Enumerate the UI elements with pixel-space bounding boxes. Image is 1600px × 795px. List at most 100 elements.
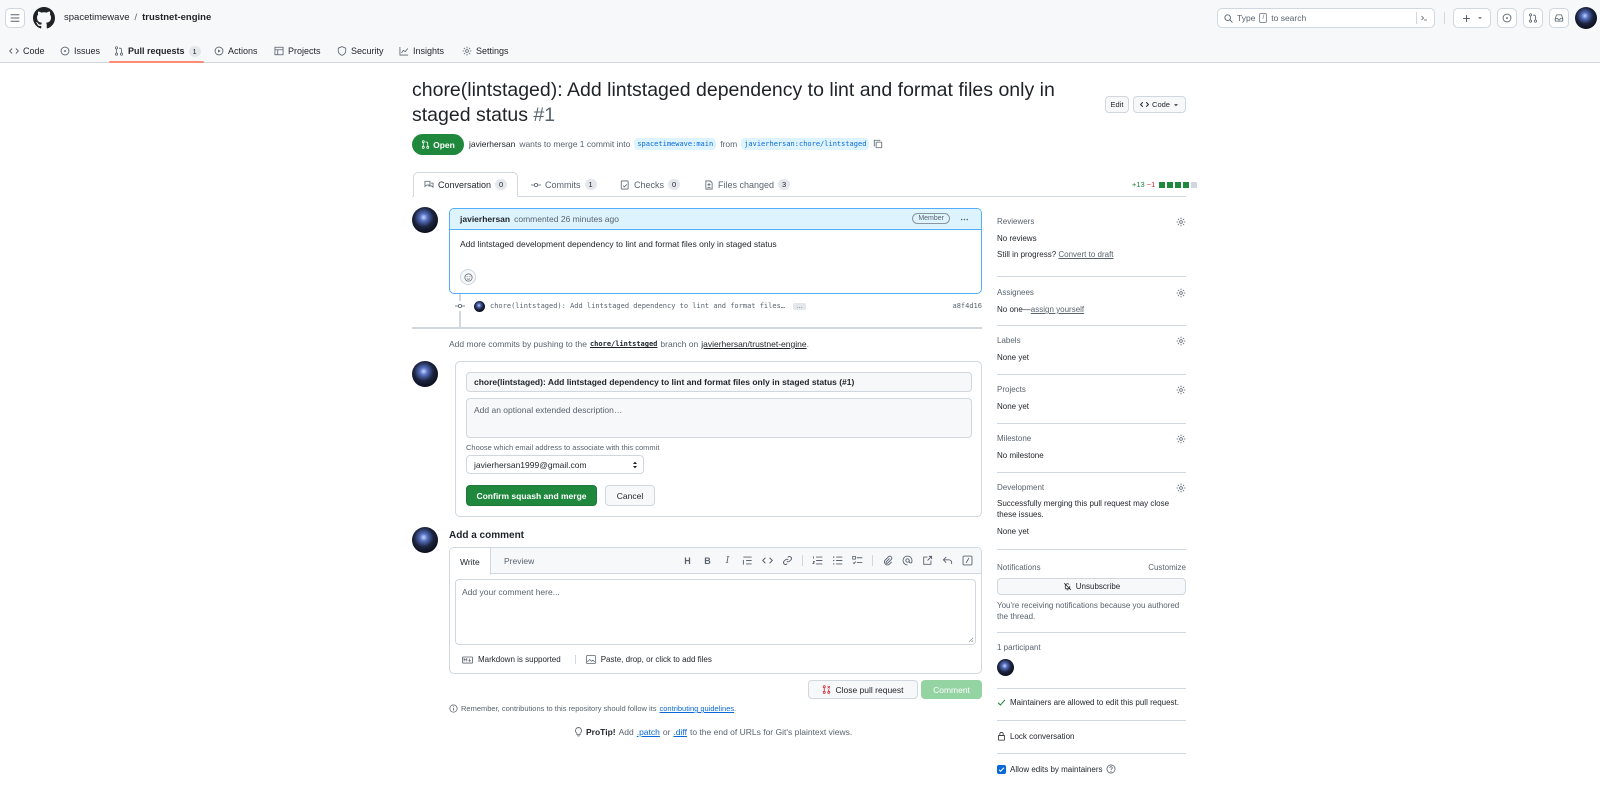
customize-link[interactable]: Customize bbox=[1148, 563, 1186, 572]
reply-icon[interactable] bbox=[942, 555, 953, 566]
search-input[interactable]: Type / to search bbox=[1217, 8, 1435, 28]
cross-reference-icon[interactable] bbox=[922, 555, 933, 566]
commit-description-textarea[interactable]: Add an optional extended description… bbox=[466, 398, 972, 438]
code-icon[interactable] bbox=[762, 555, 773, 566]
patch-link[interactable]: .patch bbox=[637, 727, 660, 737]
markdown-help-link[interactable]: Markdown is supported bbox=[462, 655, 561, 664]
command-palette-button[interactable] bbox=[1416, 12, 1430, 24]
user-avatar[interactable] bbox=[1575, 7, 1597, 29]
heading-icon[interactable]: H bbox=[682, 555, 693, 566]
base-branch[interactable]: spacetimewave:main bbox=[634, 138, 717, 150]
nav-code[interactable]: Code bbox=[9, 40, 45, 62]
bold-icon[interactable]: B bbox=[702, 555, 713, 566]
gear-icon[interactable] bbox=[1176, 336, 1186, 346]
projects-title[interactable]: Projects bbox=[997, 385, 1186, 394]
participant-avatar[interactable] bbox=[997, 659, 1014, 676]
unsubscribe-button[interactable]: Unsubscribe bbox=[997, 578, 1186, 595]
nav-actions[interactable]: Actions bbox=[214, 40, 258, 62]
pr-merge-text: wants to merge 1 commit into bbox=[519, 139, 631, 149]
comment-author-avatar[interactable] bbox=[412, 207, 438, 233]
add-reaction-button[interactable] bbox=[460, 269, 476, 285]
head-branch[interactable]: javierhersan:chore/lintstaged bbox=[741, 138, 870, 150]
assignees-title[interactable]: Assignees bbox=[997, 288, 1186, 297]
gear-icon[interactable] bbox=[1176, 288, 1186, 298]
edit-title-button[interactable]: Edit bbox=[1105, 96, 1129, 113]
tasklist-icon[interactable] bbox=[852, 555, 863, 566]
development-title[interactable]: Development bbox=[997, 483, 1186, 492]
unordered-list-icon[interactable] bbox=[832, 555, 843, 566]
commit-expand-button[interactable]: … bbox=[793, 302, 807, 310]
slash-command-icon[interactable] bbox=[962, 555, 973, 566]
comment-discussion-icon bbox=[424, 180, 434, 188]
repo-owner-link[interactable]: spacetimewave bbox=[64, 12, 129, 23]
comment-submit-button[interactable]: Comment bbox=[921, 680, 982, 699]
comment-textarea[interactable]: Add your comment here... bbox=[455, 579, 976, 645]
diff-link[interactable]: .diff bbox=[673, 727, 687, 737]
projects-section: Projects None yet bbox=[997, 385, 1186, 424]
cancel-merge-button[interactable]: Cancel bbox=[605, 485, 655, 506]
mention-icon[interactable] bbox=[902, 555, 913, 566]
global-header: spacetimewave / trustnet-engine Type / t… bbox=[0, 0, 1600, 63]
kebab-icon[interactable] bbox=[959, 215, 970, 224]
milestone-title[interactable]: Milestone bbox=[997, 434, 1186, 443]
assign-yourself-link[interactable]: assign yourself bbox=[1031, 305, 1084, 314]
gear-icon[interactable] bbox=[1176, 434, 1186, 444]
milestone-section: Milestone No milestone bbox=[997, 434, 1186, 473]
resize-handle-icon[interactable] bbox=[968, 637, 974, 643]
nav-security[interactable]: Security bbox=[337, 40, 384, 62]
convert-to-draft-link[interactable]: Convert to draft bbox=[1058, 250, 1113, 259]
inbox-button[interactable] bbox=[1549, 8, 1569, 28]
close-pull-request-button[interactable]: Close pull request bbox=[808, 680, 918, 699]
comment-author-link[interactable]: javierhersan bbox=[460, 214, 510, 224]
contributing-guidelines-link[interactable]: contributing guidelines bbox=[660, 704, 735, 713]
assignees-section: Assignees No one—assign yourself bbox=[997, 288, 1186, 326]
paperclip-icon[interactable] bbox=[882, 555, 893, 566]
current-user-avatar[interactable] bbox=[412, 527, 438, 553]
lock-conversation-button[interactable]: Lock conversation bbox=[997, 731, 1186, 741]
gear-icon[interactable] bbox=[1176, 217, 1186, 227]
github-logo[interactable] bbox=[33, 7, 55, 29]
push-note-branch[interactable]: chore/lintstaged bbox=[590, 340, 657, 348]
link-icon[interactable] bbox=[782, 555, 793, 566]
comment-timestamp[interactable]: commented 26 minutes ago bbox=[514, 214, 619, 224]
allow-edits-checkbox[interactable] bbox=[997, 764, 1006, 774]
graph-icon bbox=[399, 46, 409, 56]
attach-files-button[interactable]: Paste, drop, or click to add files bbox=[574, 655, 712, 664]
issues-button[interactable] bbox=[1497, 8, 1517, 28]
search-shortcut-key: / bbox=[1259, 13, 1268, 23]
push-note-repo-link[interactable]: javierhersan/trustnet-engine bbox=[701, 339, 806, 349]
repo-name-link[interactable]: trustnet-engine bbox=[142, 12, 211, 23]
reviewers-title[interactable]: Reviewers bbox=[997, 217, 1186, 226]
tab-commits[interactable]: Commits 1 bbox=[521, 172, 607, 197]
tab-write[interactable]: Write bbox=[450, 548, 491, 575]
gear-icon[interactable] bbox=[1176, 385, 1186, 395]
quote-icon[interactable] bbox=[742, 555, 753, 566]
tab-files-changed[interactable]: Files changed 3 bbox=[694, 172, 800, 197]
nav-issues[interactable]: Issues bbox=[60, 40, 100, 62]
nav-settings[interactable]: Settings bbox=[462, 40, 509, 62]
menu-button[interactable] bbox=[5, 8, 25, 28]
tab-preview[interactable]: Preview bbox=[494, 548, 544, 574]
italic-icon[interactable]: I bbox=[722, 555, 733, 566]
copy-icon[interactable] bbox=[873, 139, 883, 149]
email-select[interactable]: javierhersan1999@gmail.com bbox=[466, 455, 644, 474]
pr-author-link[interactable]: javierhersan bbox=[469, 139, 515, 149]
confirm-squash-merge-button[interactable]: Confirm squash and merge bbox=[466, 485, 597, 506]
commit-title-input[interactable]: chore(lintstaged): Add lintstaged depend… bbox=[466, 372, 972, 392]
nav-projects[interactable]: Projects bbox=[274, 40, 321, 62]
create-new-button[interactable] bbox=[1453, 8, 1491, 28]
ordered-list-icon[interactable] bbox=[812, 555, 823, 566]
commit-item: chore(lintstaged): Add lintstaged depend… bbox=[455, 299, 982, 313]
gear-icon[interactable] bbox=[1176, 483, 1186, 493]
tab-conversation[interactable]: Conversation 0 bbox=[413, 172, 519, 197]
commit-message-link[interactable]: chore(lintstaged): Add lintstaged depend… bbox=[490, 302, 785, 310]
tab-checks[interactable]: Checks 0 bbox=[610, 172, 690, 197]
question-icon[interactable] bbox=[1106, 764, 1116, 774]
commit-sha-link[interactable]: a8f4d16 bbox=[952, 302, 982, 310]
code-dropdown-button[interactable]: Code bbox=[1133, 96, 1186, 113]
labels-title[interactable]: Labels bbox=[997, 336, 1186, 345]
pull-requests-button[interactable] bbox=[1523, 8, 1543, 28]
nav-pull-requests[interactable]: Pull requests 1 bbox=[114, 40, 201, 62]
commit-author-avatar[interactable] bbox=[474, 300, 485, 312]
nav-insights[interactable]: Insights bbox=[399, 40, 444, 62]
